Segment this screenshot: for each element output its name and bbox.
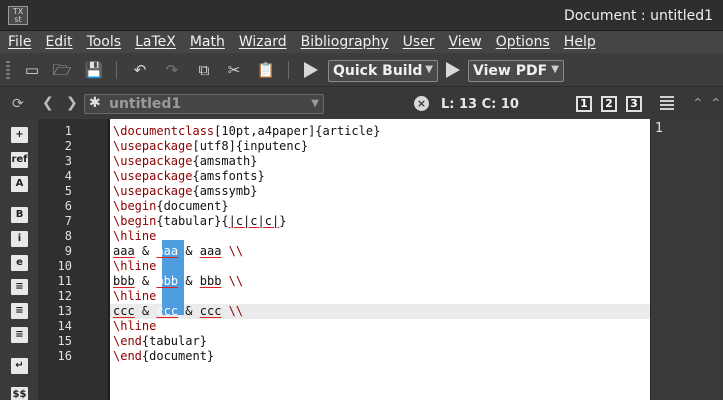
view-3-button[interactable]: 3: [626, 96, 642, 112]
view-run-icon[interactable]: [446, 62, 460, 78]
bold-icon[interactable]: B: [11, 207, 28, 223]
code-line: aaa & aaa & aaa \\: [113, 244, 244, 258]
align-center-icon[interactable]: ≡: [11, 303, 28, 319]
view-pdf-label: View PDF: [473, 63, 548, 79]
line-number: 14: [57, 319, 72, 333]
quick-build-combo[interactable]: Quick Build ▼: [328, 60, 438, 82]
font-size-icon[interactable]: A: [11, 176, 28, 192]
cut-icon[interactable]: ✂: [224, 60, 244, 80]
quick-build-label: Quick Build: [333, 63, 423, 79]
structure-line-number: 1: [655, 121, 664, 136]
line-number: 2: [64, 139, 72, 153]
menu-bar: File Edit Tools LaTeX Math Wizard Biblio…: [0, 31, 723, 53]
menu-options[interactable]: Options: [496, 34, 550, 50]
line-number: 13: [57, 304, 72, 318]
code-line: \end{tabular}: [113, 334, 207, 348]
title-bar: TX st Document : untitled1: [0, 0, 723, 31]
code-line: \hline: [113, 289, 157, 303]
code-line: \usepackage{amsmath}: [113, 154, 258, 168]
back-icon[interactable]: ❮: [42, 95, 54, 111]
open-folder-icon[interactable]: 🗁: [52, 60, 72, 80]
forward-icon[interactable]: ❯: [66, 95, 78, 111]
paste-icon[interactable]: 📋: [256, 60, 276, 80]
insert-block-icon[interactable]: +: [11, 127, 28, 143]
document-selector[interactable]: ✱ untitled1 ▼: [84, 94, 324, 114]
redo-icon[interactable]: ↷: [162, 60, 182, 80]
menu-file[interactable]: File: [8, 34, 31, 50]
line-number: 3: [64, 154, 72, 168]
chevron-down-icon: ▼: [425, 64, 433, 75]
menu-math[interactable]: Math: [190, 34, 225, 50]
window-title: Document : untitled1: [563, 8, 713, 24]
app-icon: TX st: [8, 6, 28, 25]
code-line: \end{document}: [113, 349, 215, 363]
align-right-icon[interactable]: ≡: [11, 327, 28, 343]
code-line: \usepackage{amssymb}: [113, 184, 258, 198]
code-line: \hline: [113, 229, 157, 243]
line-number: 4: [64, 169, 72, 183]
toolbar-separator: [288, 61, 289, 79]
menu-edit[interactable]: Edit: [45, 34, 72, 50]
ref-icon[interactable]: ref: [11, 152, 28, 168]
code-line: \begin{tabular}{|c|c|c|}: [113, 214, 287, 228]
left-sidebar: + ref A B i e ≡ ≡ ≡ ↵ $$: [0, 119, 38, 400]
menu-wizard[interactable]: Wizard: [239, 34, 287, 50]
refresh-icon[interactable]: ⟳: [12, 96, 24, 112]
code-line: bbb & bbb & bbb \\: [113, 274, 244, 288]
code-line: \usepackage[utf8]{inputenc}: [113, 139, 309, 153]
line-number: 16: [57, 349, 72, 363]
code-line: \hline: [113, 319, 157, 333]
math-mode-icon[interactable]: $$: [11, 387, 28, 400]
modified-star-icon: ✱: [89, 95, 101, 111]
toolbar-handle[interactable]: [6, 61, 10, 79]
line-number: 10: [57, 259, 72, 273]
undo-icon[interactable]: ↶: [130, 60, 150, 80]
menu-latex[interactable]: LaTeX: [135, 34, 176, 50]
line-number: 12: [57, 289, 72, 303]
line-number: 6: [64, 199, 72, 213]
code-line: \documentclass[10pt,a4paper]{article}: [113, 124, 381, 138]
copy-icon[interactable]: ⧉: [194, 60, 214, 80]
run-icon[interactable]: [304, 62, 318, 78]
line-number: 1: [64, 124, 72, 138]
code-line: \hline: [113, 259, 157, 273]
new-file-icon[interactable]: ▭: [22, 60, 42, 80]
list-icon[interactable]: [660, 96, 674, 110]
main-toolbar: ▭ 🗁 💾 ↶ ↷ ⧉ ✂ 📋 Quick Build ▼ View PDF ▼: [0, 53, 723, 87]
emphasis-icon[interactable]: e: [11, 255, 28, 271]
menu-user[interactable]: User: [403, 34, 435, 50]
line-number: 9: [64, 244, 72, 258]
align-left-icon[interactable]: ≡: [11, 279, 28, 295]
code-line: ccc & ccc & ccc \\: [113, 304, 244, 318]
line-number: 11: [57, 274, 72, 288]
chevron-down-icon: ▼: [551, 64, 559, 75]
code-line: \begin{document}: [113, 199, 229, 213]
chevron-up-icon[interactable]: ⌃: [692, 96, 704, 112]
code-line: \usepackage{amsfonts}: [113, 169, 265, 183]
toolbar-separator: [116, 61, 117, 79]
structure-pane: 1: [650, 119, 723, 400]
view-pdf-combo[interactable]: View PDF ▼: [468, 60, 564, 82]
chevron-down-icon: ▼: [311, 98, 319, 109]
italic-icon[interactable]: i: [11, 231, 28, 247]
chevron-up-icon[interactable]: ⌃: [710, 96, 722, 112]
save-icon[interactable]: 💾: [84, 60, 104, 80]
view-2-button[interactable]: 2: [601, 96, 617, 112]
newline-icon[interactable]: ↵: [11, 358, 28, 374]
line-number: 5: [64, 184, 72, 198]
cursor-position: L: 13 C: 10: [441, 97, 519, 112]
menu-view[interactable]: View: [449, 34, 482, 50]
line-number: 15: [57, 334, 72, 348]
menu-tools[interactable]: Tools: [87, 34, 122, 50]
close-document-icon[interactable]: ×: [414, 96, 429, 111]
line-number: 7: [64, 214, 72, 228]
document-name: untitled1: [109, 96, 182, 112]
menu-bibliography[interactable]: Bibliography: [301, 34, 389, 50]
menu-help[interactable]: Help: [564, 34, 596, 50]
line-number: 8: [64, 229, 72, 243]
view-1-button[interactable]: 1: [576, 96, 592, 112]
